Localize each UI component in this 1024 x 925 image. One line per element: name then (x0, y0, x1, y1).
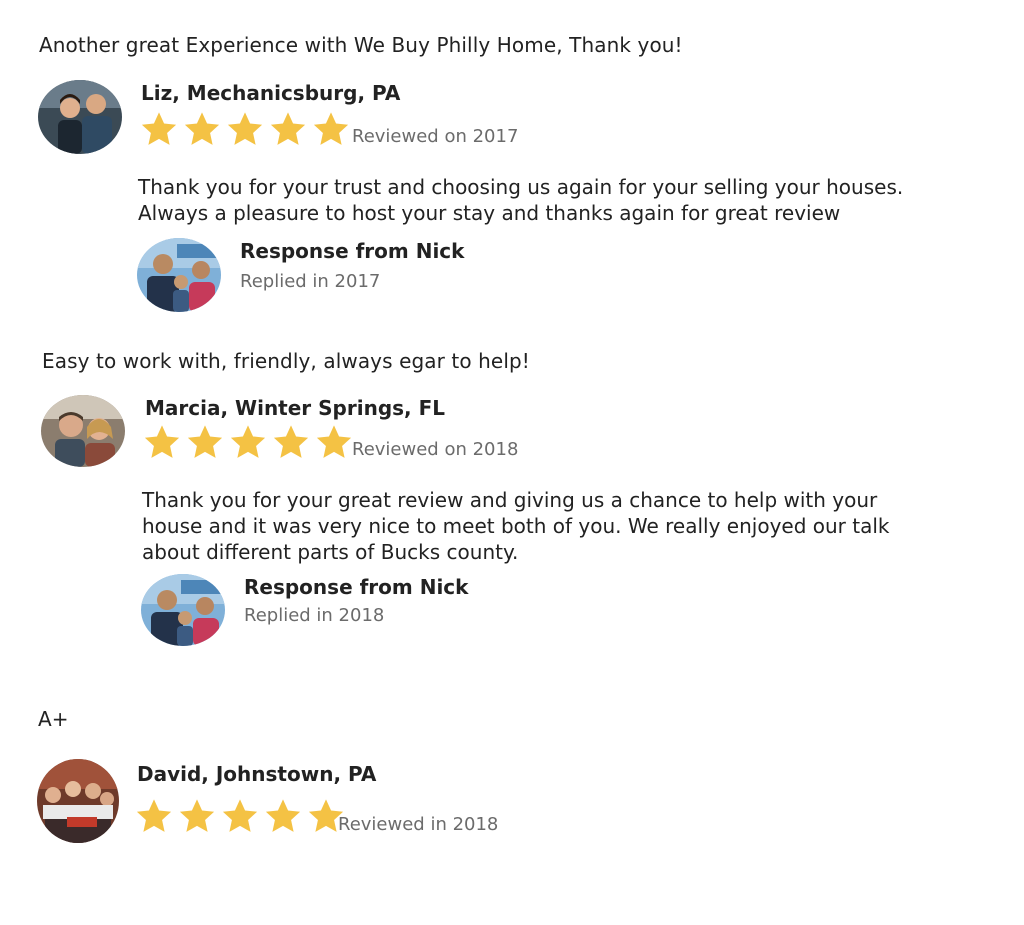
reply-line: about different parts of Bucks county. (142, 540, 519, 564)
star-icon (185, 423, 225, 461)
responder-avatar (141, 574, 225, 646)
reviewer-avatar (38, 80, 122, 154)
star-icon (263, 797, 303, 835)
star-icon (142, 423, 182, 461)
responder-avatar (137, 238, 221, 312)
star-icon (139, 110, 179, 148)
star-icon (268, 110, 308, 148)
star-icon (134, 797, 174, 835)
star-icon (228, 423, 268, 461)
reviewer-name: David, Johnstown, PA (137, 762, 377, 786)
reply-date: Replied in 2018 (244, 605, 385, 626)
reply-line: Thank you for your great review and givi… (142, 488, 878, 512)
star-icon (271, 423, 311, 461)
responder-name: Response from Nick (240, 239, 465, 263)
reviewer-avatar (37, 759, 119, 843)
reply-date: Replied in 2017 (240, 271, 381, 292)
review-date: Reviewed in 2018 (338, 814, 499, 835)
owner-reply-text: Thank you for your great review and givi… (142, 487, 890, 565)
reviewer-name: Marcia, Winter Springs, FL (145, 396, 445, 420)
star-rating (134, 797, 346, 835)
star-icon (220, 797, 260, 835)
responder-name: Response from Nick (244, 575, 469, 599)
reviewer-name: Liz, Mechanicsburg, PA (141, 81, 401, 105)
reply-line: Always a pleasure to host your stay and … (138, 201, 841, 225)
review-date: Reviewed on 2018 (352, 439, 519, 460)
review-quote: A+ (38, 707, 69, 731)
star-icon (311, 110, 351, 148)
review-date: Reviewed on 2017 (352, 126, 519, 147)
review-quote: Another great Experience with We Buy Phi… (39, 33, 683, 57)
star-icon (225, 110, 265, 148)
star-icon (314, 423, 354, 461)
owner-reply-text: Thank you for your trust and choosing us… (138, 174, 903, 226)
reviewer-avatar (41, 395, 125, 467)
star-rating (139, 110, 351, 148)
star-icon (182, 110, 222, 148)
star-rating (142, 423, 354, 461)
review-quote: Easy to work with, friendly, always egar… (42, 349, 530, 373)
reply-line: Thank you for your trust and choosing us… (138, 175, 904, 199)
reply-line: house and it was very nice to meet both … (142, 514, 890, 538)
star-icon (177, 797, 217, 835)
